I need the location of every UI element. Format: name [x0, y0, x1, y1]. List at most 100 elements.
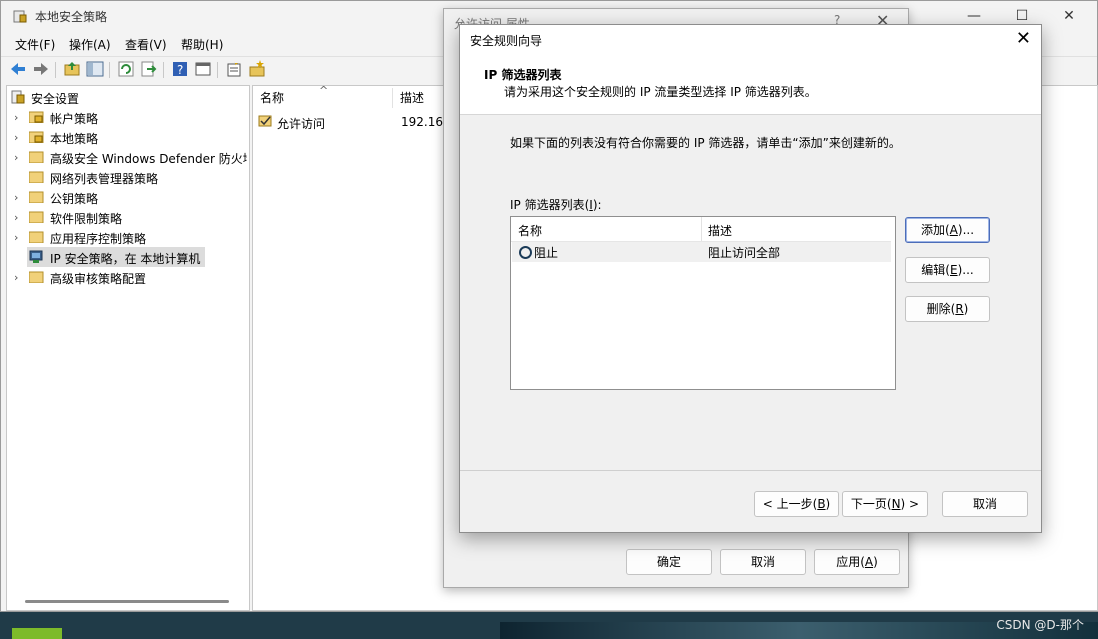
tree-item-account-policy[interactable]: › 帐户策略 — [7, 107, 247, 127]
next-label-suffix: ) > — [900, 497, 920, 511]
next-button[interactable]: 下一页(N) > — [842, 491, 928, 517]
tree-item-firewall[interactable]: › 高级安全 Windows Defender 防火墙 — [7, 147, 247, 167]
column-header-name[interactable]: 名称 — [253, 86, 284, 110]
ok-button[interactable]: 确定 — [626, 549, 712, 575]
menu-action[interactable]: 操作(A) — [69, 36, 111, 53]
filter-row[interactable]: 阻止 阻止访问全部 — [512, 242, 891, 262]
filter-desc: 阻止访问全部 — [708, 246, 781, 260]
ip-filter-list[interactable]: 名称 描述 阻止 阻止访问全部 — [510, 216, 896, 390]
tree-item-label: 帐户策略 — [50, 112, 99, 126]
tree-item-label: 网络列表管理器策略 — [50, 172, 159, 186]
menu-help[interactable]: 帮助(H) — [181, 36, 223, 53]
tree-root-label: 安全设置 — [31, 92, 80, 106]
column-divider[interactable] — [701, 217, 702, 241]
filter-list-label-suffix: ): — [592, 198, 602, 212]
watermark-text: CSDN @D-那个 — [996, 618, 1084, 632]
tree-item-network-list[interactable]: 网络列表管理器策略 — [7, 167, 247, 187]
delete-label: 删除( — [926, 302, 956, 316]
expand-arrow-icon[interactable]: › — [14, 131, 24, 144]
filter-column-desc[interactable]: 描述 — [708, 222, 732, 239]
radio-button[interactable] — [519, 246, 532, 259]
tree-item-public-key[interactable]: › 公钥策略 — [7, 187, 247, 207]
list-row[interactable]: 允许访问 192.168 — [253, 112, 453, 132]
expand-arrow-icon[interactable]: › — [14, 111, 24, 124]
edit-label-suffix: )... — [957, 263, 974, 277]
tree-item-software-restriction[interactable]: › 软件限制策略 — [7, 207, 247, 227]
props-cancel-button[interactable]: 取消 — [720, 549, 806, 575]
apply-button[interactable]: 应用(A) — [814, 549, 900, 575]
back-label: < 上一步( — [762, 497, 818, 511]
ip-security-icon — [29, 250, 44, 263]
help-icon[interactable]: ? — [171, 60, 189, 78]
sort-ascending-icon: ^ — [319, 84, 329, 97]
edit-accesskey: E — [949, 263, 958, 277]
export-icon[interactable] — [140, 60, 158, 78]
tree-item-ip-security[interactable]: IP 安全策略，在 本地计算机 — [7, 247, 247, 267]
tree-root[interactable]: 安全设置 — [7, 87, 247, 107]
wizard-close-button[interactable]: ✕ — [1016, 28, 1031, 49]
tree-item-label: 公钥策略 — [50, 192, 99, 206]
tree-item-advanced-audit[interactable]: › 高级审核策略配置 — [7, 267, 247, 287]
add-label-suffix: )... — [957, 223, 975, 237]
add-button[interactable]: 添加(A)... — [905, 217, 990, 243]
menu-view[interactable]: 查看(V) — [125, 36, 167, 53]
window-title: 本地安全策略 — [35, 10, 108, 24]
next-accesskey: N — [891, 497, 901, 511]
folder-icon — [28, 270, 44, 284]
properties-icon[interactable] — [194, 60, 212, 78]
filter-name: 阻止 — [534, 246, 559, 260]
wizard-title: 安全规则向导 — [470, 34, 543, 48]
wizard-titlebar: 安全规则向导 ✕ — [460, 25, 1041, 53]
expand-arrow-icon[interactable]: › — [14, 211, 24, 224]
folder-icon — [28, 150, 44, 164]
wizard-cancel-button[interactable]: 取消 — [942, 491, 1028, 517]
new-item-icon[interactable] — [248, 60, 266, 78]
show-tree-icon[interactable] — [86, 60, 104, 78]
tree-pane: 安全设置 › 帐户策略 › 本地策略 › 高级安全 Windows Defend… — [6, 85, 250, 611]
security-rule-wizard: 安全规则向导 ✕ IP 筛选器列表 请为采用这个安全规则的 IP 流量类型选择 … — [459, 24, 1042, 533]
svg-text:?: ? — [177, 63, 183, 77]
back-label-suffix: ) — [825, 497, 831, 511]
tree-item-app-control[interactable]: › 应用程序控制策略 — [7, 227, 247, 247]
new-policy-icon[interactable] — [225, 60, 243, 78]
tree-item-local-policy[interactable]: › 本地策略 — [7, 127, 247, 147]
wizard-divider — [460, 470, 1041, 471]
wizard-header: IP 筛选器列表 请为采用这个安全规则的 IP 流量类型选择 IP 筛选器列表。 — [460, 53, 1041, 115]
apply-label: 应用( — [836, 555, 865, 569]
next-label: 下一页( — [850, 497, 892, 511]
back-button[interactable]: < 上一步(B) — [754, 491, 839, 517]
apply-accesskey: A — [864, 555, 874, 569]
filter-list-label: IP 筛选器列表(I): — [510, 196, 602, 213]
close-button[interactable]: ✕ — [1051, 5, 1087, 27]
tree-item-label: IP 安全策略，在 本地计算机 — [50, 252, 201, 266]
expand-arrow-icon[interactable]: › — [14, 271, 24, 284]
expand-arrow-icon[interactable]: › — [14, 151, 24, 164]
forward-icon[interactable] — [32, 60, 50, 78]
column-header-desc[interactable]: 描述 — [393, 86, 424, 110]
horizontal-scrollbar[interactable] — [25, 600, 229, 603]
policy-icon — [258, 114, 273, 131]
filter-list-label-text: IP 筛选器列表( — [510, 198, 590, 212]
edit-button[interactable]: 编辑(E)... — [905, 257, 990, 283]
toolbar-separator — [109, 62, 110, 78]
folder-icon — [28, 230, 44, 244]
apply-label-suffix: ) — [873, 555, 878, 569]
tree-item-label: 高级审核策略配置 — [50, 272, 147, 286]
folder-lock-icon — [28, 130, 44, 144]
tree-item-label: 应用程序控制策略 — [50, 232, 147, 246]
tree-item-label: 本地策略 — [50, 132, 99, 146]
delete-accesskey: R — [955, 302, 964, 316]
back-icon[interactable] — [9, 60, 27, 78]
delete-button[interactable]: 删除(R) — [905, 296, 990, 322]
filter-column-name[interactable]: 名称 — [518, 222, 542, 239]
menu-file[interactable]: 文件(F) — [15, 36, 55, 53]
refresh-icon[interactable] — [117, 60, 135, 78]
expand-arrow-icon[interactable]: › — [14, 231, 24, 244]
folder-icon — [28, 210, 44, 224]
tree-item-label: 高级安全 Windows Defender 防火墙 — [50, 152, 247, 166]
add-accesskey: A — [949, 223, 958, 237]
up-folder-icon[interactable] — [63, 60, 81, 78]
expand-arrow-icon[interactable]: › — [14, 191, 24, 204]
folder-lock-icon — [28, 110, 44, 124]
wizard-header-title: IP 筛选器列表 — [484, 68, 562, 82]
